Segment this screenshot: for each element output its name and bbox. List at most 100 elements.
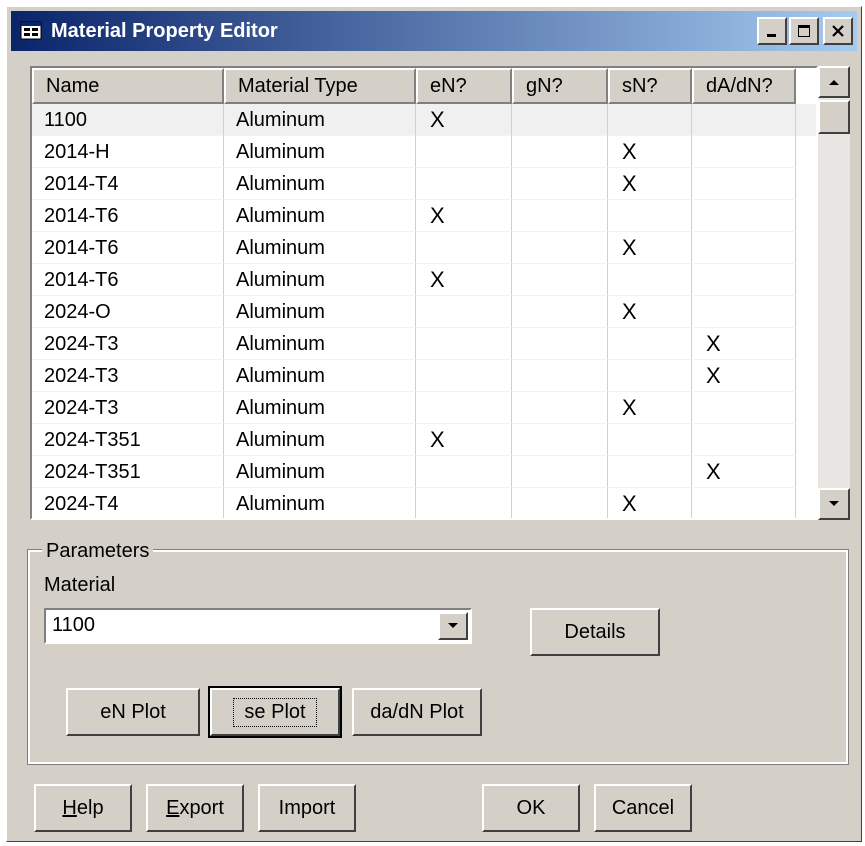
cell-name: 2014-T6 [32,264,224,296]
cell-sn [608,424,692,456]
scroll-thumb[interactable] [818,100,850,134]
table-row[interactable]: 2014-T6 Aluminum X [32,200,816,232]
maximize-icon [798,25,810,37]
cell-gn [512,264,608,296]
cell-name: 2024-T3 [32,392,224,424]
cell-dadn [692,104,796,136]
export-label-rest: xport [179,796,224,819]
cell-en: X [416,200,512,232]
export-label: Export [166,797,224,820]
cell-gn [512,360,608,392]
column-header-sn[interactable]: sN? [608,68,692,104]
cell-gn [512,232,608,264]
cell-en [416,136,512,168]
cell-dadn [692,296,796,328]
column-header-en[interactable]: eN? [416,68,512,104]
export-button[interactable]: Export [146,784,244,832]
cell-material-type: Aluminum [224,392,416,424]
list-vertical-scrollbar[interactable] [818,66,850,520]
cell-material-type: Aluminum [224,296,416,328]
arrow-up-icon [829,80,839,85]
en-plot-button[interactable]: eN Plot [66,688,200,736]
cell-en: X [416,424,512,456]
dadn-plot-label: da/dN Plot [370,700,464,723]
chevron-down-icon [448,623,458,628]
cell-gn [512,488,608,518]
cell-material-type: Aluminum [224,104,416,136]
cell-sn [608,328,692,360]
en-plot-label: eN Plot [100,700,166,723]
cell-material-type: Aluminum [224,328,416,360]
cell-name: 2024-T3 [32,360,224,392]
cell-name: 2024-T3 [32,328,224,360]
column-header-material-type[interactable]: Material Type [224,68,416,104]
table-row[interactable]: 1100 Aluminum X [32,104,816,136]
window-title: Material Property Editor [51,19,278,42]
details-button[interactable]: Details [530,608,660,656]
parameters-legend: Parameters [42,540,154,563]
cell-sn [608,264,692,296]
scroll-up-button[interactable] [818,66,850,98]
cell-sn: X [608,296,692,328]
table-row[interactable]: 2014-T6 Aluminum X [32,232,816,264]
cell-name: 2014-T4 [32,168,224,200]
cell-en [416,168,512,200]
material-label: Material [44,574,116,596]
column-header-name[interactable]: Name [32,68,224,104]
import-button[interactable]: Import [258,784,356,832]
table-row[interactable]: 2024-T3 Aluminum X [32,392,816,424]
material-dropdown-value: 1100 [52,614,96,636]
cell-en [416,488,512,518]
help-label: Help [62,797,103,820]
export-mnemonic: E [166,796,180,819]
table-row[interactable]: 2024-T3 Aluminum X [32,360,816,392]
table-row[interactable]: 2024-T351 Aluminum X [32,424,816,456]
cell-dadn [692,232,796,264]
se-plot-button[interactable]: se Plot [208,686,342,738]
minimize-button[interactable] [757,17,787,45]
material-dropdown[interactable]: 1100 [44,608,472,644]
material-dropdown-button[interactable] [438,612,468,640]
close-icon [832,25,844,37]
cell-name: 2014-H [32,136,224,168]
cell-en: X [416,264,512,296]
cell-material-type: Aluminum [224,488,416,518]
title-bar[interactable]: Material Property Editor [11,11,857,51]
help-button[interactable]: Help [34,784,132,832]
cell-dadn: X [692,328,796,360]
cell-sn: X [608,488,692,518]
cell-material-type: Aluminum [224,424,416,456]
material-list[interactable]: Name Material Type eN? gN? sN? dA/dN? 11… [30,66,818,520]
cell-name: 2024-T4 [32,488,224,518]
table-row[interactable]: 2024-T351 Aluminum X [32,456,816,488]
cell-name: 1100 [32,104,224,136]
cell-en [416,232,512,264]
cell-en [416,360,512,392]
table-row[interactable]: 2024-T3 Aluminum X [32,328,816,360]
cell-name: 2014-T6 [32,200,224,232]
column-header-gn[interactable]: gN? [512,68,608,104]
cell-material-type: Aluminum [224,168,416,200]
cell-material-type: Aluminum [224,264,416,296]
cell-sn: X [608,168,692,200]
table-row[interactable]: 2014-H Aluminum X [32,136,816,168]
cell-sn [608,104,692,136]
cell-dadn: X [692,456,796,488]
table-row[interactable]: 2024-T4 Aluminum X [32,488,816,518]
cancel-button[interactable]: Cancel [594,784,692,832]
close-button[interactable] [823,17,853,45]
table-row[interactable]: 2014-T6 Aluminum X [32,264,816,296]
ok-button[interactable]: OK [482,784,580,832]
maximize-button[interactable] [789,17,819,45]
scroll-down-button[interactable] [818,488,850,520]
minimize-icon [767,34,776,37]
cell-gn [512,392,608,424]
table-row[interactable]: 2014-T4 Aluminum X [32,168,816,200]
app-icon [20,21,42,40]
table-row[interactable]: 2024-O Aluminum X [32,296,816,328]
cell-dadn [692,392,796,424]
dadn-plot-button[interactable]: da/dN Plot [352,688,482,736]
column-header-dadn[interactable]: dA/dN? [692,68,796,104]
cancel-label: Cancel [611,796,675,819]
cell-gn [512,104,608,136]
